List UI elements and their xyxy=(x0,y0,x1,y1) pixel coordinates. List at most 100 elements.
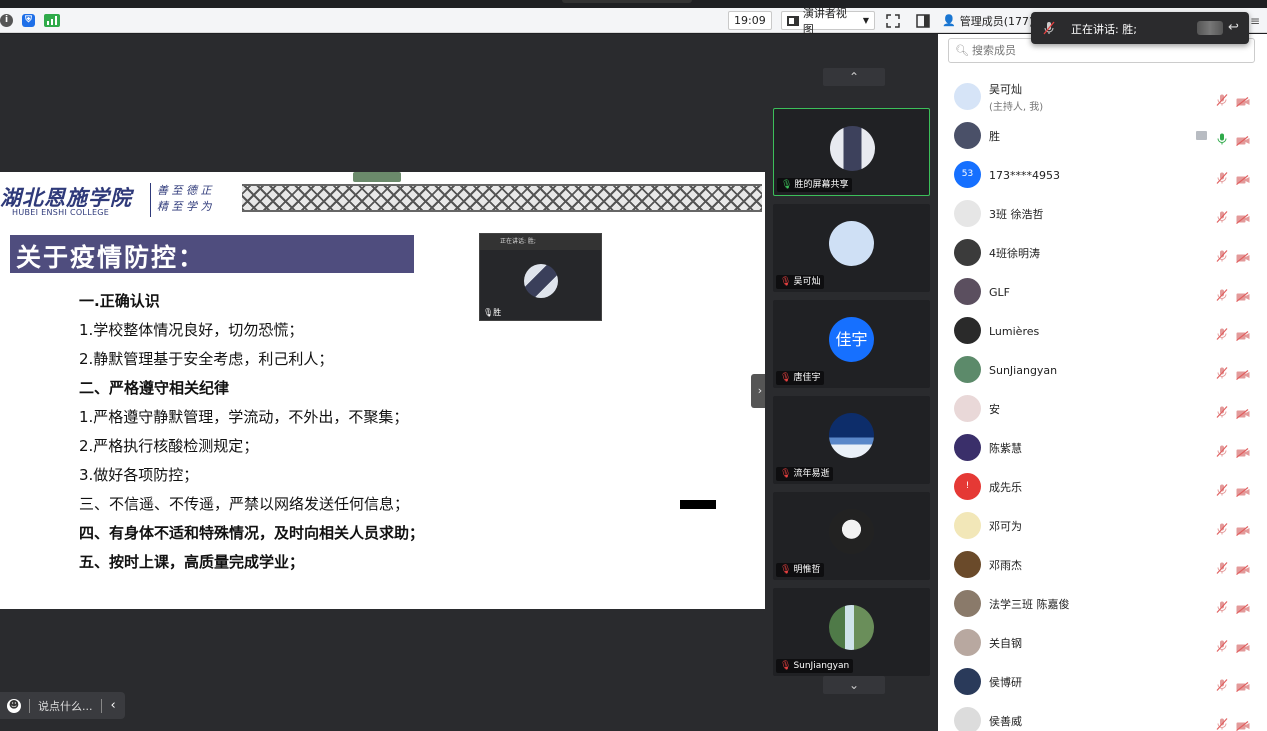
video-tile[interactable]: 🎙 明惟哲 xyxy=(773,492,930,580)
camera-off-icon[interactable] xyxy=(1236,521,1250,536)
mic-muted-icon[interactable] xyxy=(1216,442,1228,457)
motto-line-2: 精 至 学 为 xyxy=(157,200,212,213)
member-row[interactable]: 吴可灿 (主持人, 我) xyxy=(938,78,1267,116)
video-tile[interactable]: 🎙 胜的屏幕共享 xyxy=(773,108,930,196)
member-row[interactable]: 侯博研 xyxy=(938,663,1267,701)
mic-muted-icon: 🎙 xyxy=(780,277,792,287)
mic-muted-icon: 🎙 xyxy=(780,373,792,383)
member-row[interactable]: 邓雨杰 xyxy=(938,546,1267,584)
camera-off-icon[interactable] xyxy=(1236,482,1250,497)
member-name: SunJiangyan xyxy=(989,363,1058,377)
mic-muted-icon[interactable] xyxy=(1216,520,1228,535)
security-shield-icon[interactable]: ⛨ xyxy=(22,11,35,30)
divider xyxy=(100,698,102,713)
member-row[interactable]: 3班 徐浩哲 xyxy=(938,195,1267,233)
mic-muted-icon[interactable] xyxy=(1216,91,1228,106)
video-tile[interactable]: 🎙 SunJiangyan xyxy=(773,588,930,676)
member-row[interactable]: 安 xyxy=(938,390,1267,428)
member-name-block: 安 xyxy=(989,390,1000,428)
mic-muted-icon[interactable] xyxy=(1216,481,1228,496)
mic-muted-icon[interactable] xyxy=(1216,286,1228,301)
mic-muted-icon[interactable] xyxy=(1216,559,1228,574)
avatar xyxy=(954,551,981,578)
floating-speaker-window[interactable]: 正在讲话: 胜; 🎙胜 xyxy=(479,233,602,321)
mic-active-icon: 🎙 xyxy=(781,180,793,190)
chevron-left-icon[interactable]: ‹ xyxy=(111,698,116,713)
menu-icon[interactable]: ≡ xyxy=(1250,11,1260,30)
member-row[interactable]: SunJiangyan xyxy=(938,351,1267,389)
member-row[interactable]: 侯善威 xyxy=(938,702,1267,731)
toast-blurred-avatars xyxy=(1197,21,1223,35)
member-row[interactable]: 法学三班 陈嘉俊 xyxy=(938,585,1267,623)
reply-arrow-icon[interactable]: ↩ xyxy=(1228,20,1239,35)
mic-muted-icon[interactable] xyxy=(1216,247,1228,262)
scroll-up-chevron-icon[interactable]: ⌃ xyxy=(823,68,885,86)
camera-off-icon[interactable] xyxy=(1236,170,1250,185)
chat-input-bar[interactable]: ☻ 说点什么... ‹ xyxy=(0,692,125,719)
camera-off-icon[interactable] xyxy=(1236,677,1250,692)
member-row[interactable]: 邓可为 xyxy=(938,507,1267,545)
person-icon: 👤 xyxy=(942,14,956,27)
video-tile[interactable]: 佳宇 🎙 唐佳宇 xyxy=(773,300,930,388)
emoji-icon[interactable]: ☻ xyxy=(7,698,21,713)
mic-muted-icon[interactable] xyxy=(1216,637,1228,652)
manage-members-button[interactable]: 👤 管理成员(177) xyxy=(942,11,1033,30)
camera-off-icon[interactable] xyxy=(1236,248,1250,263)
slide-line: 五、按时上课，高质量完成学业； xyxy=(79,553,305,571)
camera-off-icon[interactable] xyxy=(1236,209,1250,224)
manage-members-label: 管理成员(177) xyxy=(959,14,1034,28)
side-panel-toggle-icon[interactable] xyxy=(916,11,930,30)
camera-off-icon[interactable] xyxy=(1236,131,1250,146)
member-name-block: 4班徐明涛 xyxy=(989,234,1040,272)
avatar: ! xyxy=(954,473,981,500)
member-row[interactable]: 胜 xyxy=(938,117,1267,155)
camera-off-icon[interactable] xyxy=(1236,716,1250,731)
avatar xyxy=(954,707,981,731)
video-tile[interactable]: 🎙 流年易逝 xyxy=(773,396,930,484)
member-row[interactable]: Lumières xyxy=(938,312,1267,350)
member-name: 胜 xyxy=(989,130,1000,143)
mic-muted-icon[interactable] xyxy=(1216,403,1228,418)
mic-active-icon[interactable] xyxy=(1216,130,1228,145)
info-icon[interactable]: i xyxy=(0,11,13,30)
mic-muted-icon[interactable] xyxy=(1216,676,1228,691)
mic-muted-icon[interactable] xyxy=(1216,598,1228,613)
camera-off-icon[interactable] xyxy=(1236,404,1250,419)
presenter-view-dropdown[interactable]: 演讲者视图 ▼ xyxy=(781,7,875,36)
video-tile-avatar xyxy=(829,221,874,266)
member-name: 邓雨杰 xyxy=(989,559,1022,572)
camera-off-icon[interactable] xyxy=(1236,638,1250,653)
chat-placeholder[interactable]: 说点什么... xyxy=(38,698,93,714)
member-row[interactable]: 4班徐明涛 xyxy=(938,234,1267,272)
scroll-down-chevron-icon[interactable]: ⌄ xyxy=(823,676,885,694)
mic-muted-icon[interactable] xyxy=(1216,325,1228,340)
video-tile-label: 🎙 胜的屏幕共享 xyxy=(777,178,853,192)
signal-strength-icon[interactable] xyxy=(44,11,60,30)
camera-off-icon[interactable] xyxy=(1236,365,1250,380)
video-tile-avatar: 佳宇 xyxy=(829,317,874,362)
mic-muted-icon: 🎙 xyxy=(780,469,792,479)
fullscreen-icon[interactable] xyxy=(886,11,900,30)
camera-off-icon[interactable] xyxy=(1236,599,1250,614)
mic-muted-icon[interactable] xyxy=(1216,364,1228,379)
member-row[interactable]: 关自钢 xyxy=(938,624,1267,662)
video-tile[interactable]: 🎙 吴可灿 xyxy=(773,204,930,292)
camera-off-icon[interactable] xyxy=(1236,560,1250,575)
member-row[interactable]: GLF xyxy=(938,273,1267,311)
search-input[interactable] xyxy=(971,44,1252,57)
mic-muted-icon[interactable] xyxy=(1216,715,1228,730)
member-name: 吴可灿 xyxy=(989,83,1022,96)
camera-off-icon[interactable] xyxy=(1236,92,1250,107)
mic-muted-icon[interactable] xyxy=(1216,208,1228,223)
member-row[interactable]: 陈紫慧 xyxy=(938,429,1267,467)
member-row[interactable]: ! 成先乐 xyxy=(938,468,1267,506)
camera-off-icon[interactable] xyxy=(1236,287,1250,302)
member-row[interactable]: 53 173****4953 xyxy=(938,156,1267,194)
mic-muted-icon[interactable] xyxy=(1216,169,1228,184)
avatar xyxy=(954,434,981,461)
mic-muted-icon: 🎙 xyxy=(780,565,792,575)
members-panel: 🔍︎ 吴可灿 (主持人, 我) 胜 53 173****4953 3班 徐浩哲 4班徐明涛 G… xyxy=(938,34,1267,731)
camera-off-icon[interactable] xyxy=(1236,326,1250,341)
camera-off-icon[interactable] xyxy=(1236,443,1250,458)
slide-line: 四、有身体不适和特殊情况，及时向相关人员求助； xyxy=(79,524,425,542)
